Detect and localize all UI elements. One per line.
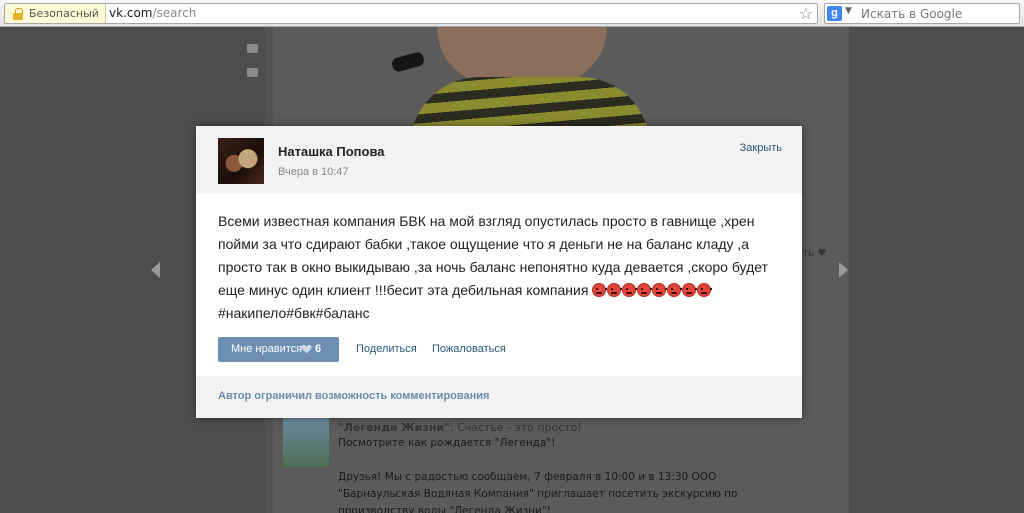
security-label: Безопасный bbox=[29, 7, 99, 20]
angry-emoji-icon bbox=[607, 283, 623, 297]
chat-icon bbox=[247, 68, 258, 77]
post-modal: Наташка Попова Вчера в 10:47 Закрыть Все… bbox=[196, 126, 802, 418]
url-text[interactable]: vk.com/search bbox=[109, 6, 196, 20]
mail-icon bbox=[247, 44, 258, 53]
close-button[interactable]: Закрыть bbox=[740, 142, 782, 154]
emoji-group bbox=[592, 282, 713, 298]
angry-emoji-icon bbox=[637, 283, 653, 297]
prev-arrow-icon[interactable] bbox=[151, 262, 160, 278]
like-count: 6 bbox=[315, 343, 322, 355]
angry-emoji-icon bbox=[682, 283, 698, 297]
background-post-line: "Барнаульская Водяная Компания" приглаша… bbox=[338, 488, 738, 500]
heart-icon bbox=[302, 345, 311, 353]
like-button[interactable]: Мне нравится 6 bbox=[218, 337, 339, 362]
chevron-down-icon[interactable]: ▼ bbox=[845, 6, 852, 16]
angry-emoji-icon bbox=[667, 283, 683, 297]
post-author[interactable]: Наташка Попова bbox=[278, 144, 385, 159]
lock-icon bbox=[13, 7, 23, 20]
like-label: Мне нравится bbox=[231, 343, 303, 355]
angry-emoji-icon bbox=[697, 283, 713, 297]
background-photo bbox=[405, 27, 650, 127]
background-post-line: Друзья! Мы с радостью сообщаем, 7 феврал… bbox=[338, 471, 717, 483]
post-footer: Автор ограничил возможность комментирова… bbox=[196, 376, 802, 418]
background-post-thumbnail bbox=[283, 417, 329, 467]
comments-disabled-notice: Автор ограничил возможность комментирова… bbox=[218, 390, 490, 402]
background-post: "Легенда Жизни": Счастье - это просто! П… bbox=[283, 415, 843, 513]
angry-emoji-icon bbox=[622, 283, 638, 297]
angry-emoji-icon bbox=[592, 283, 608, 297]
post-date[interactable]: Вчера в 10:47 bbox=[278, 166, 349, 178]
report-button[interactable]: Пожаловаться bbox=[432, 337, 506, 362]
photo-shirt bbox=[410, 77, 650, 127]
share-button[interactable]: Поделиться bbox=[356, 337, 417, 362]
background-post-line: производству воды "Легенда Жизни"! bbox=[338, 505, 551, 513]
security-indicator[interactable]: Безопасный bbox=[5, 4, 106, 23]
browser-toolbar: Безопасный vk.com/search ☆ g ▼ Искать в … bbox=[0, 0, 1024, 27]
background-post-title: "Легенда Жизни": Счастье - это просто! bbox=[338, 421, 582, 434]
bookmark-star-icon[interactable]: ☆ bbox=[799, 4, 813, 23]
url-path: /search bbox=[152, 6, 197, 20]
next-arrow-icon[interactable] bbox=[839, 262, 848, 278]
url-host: vk.com bbox=[109, 6, 153, 20]
search-placeholder: Искать в Google bbox=[861, 7, 963, 21]
post-hashtags[interactable]: #накипело#бвк#баланс bbox=[218, 305, 370, 321]
google-icon[interactable]: g bbox=[827, 6, 842, 21]
search-box[interactable]: g ▼ Искать в Google bbox=[824, 3, 1020, 24]
post-body: Всеми известная компания БВК на мой взгл… bbox=[218, 210, 786, 325]
angry-emoji-icon bbox=[652, 283, 668, 297]
background-post-line: Посмотрите как рождается "Легенда"! bbox=[338, 437, 556, 449]
post-header: Наташка Попова Вчера в 10:47 Закрыть bbox=[196, 126, 802, 194]
avatar[interactable] bbox=[218, 138, 264, 184]
address-bar[interactable]: Безопасный vk.com/search ☆ bbox=[4, 3, 818, 24]
